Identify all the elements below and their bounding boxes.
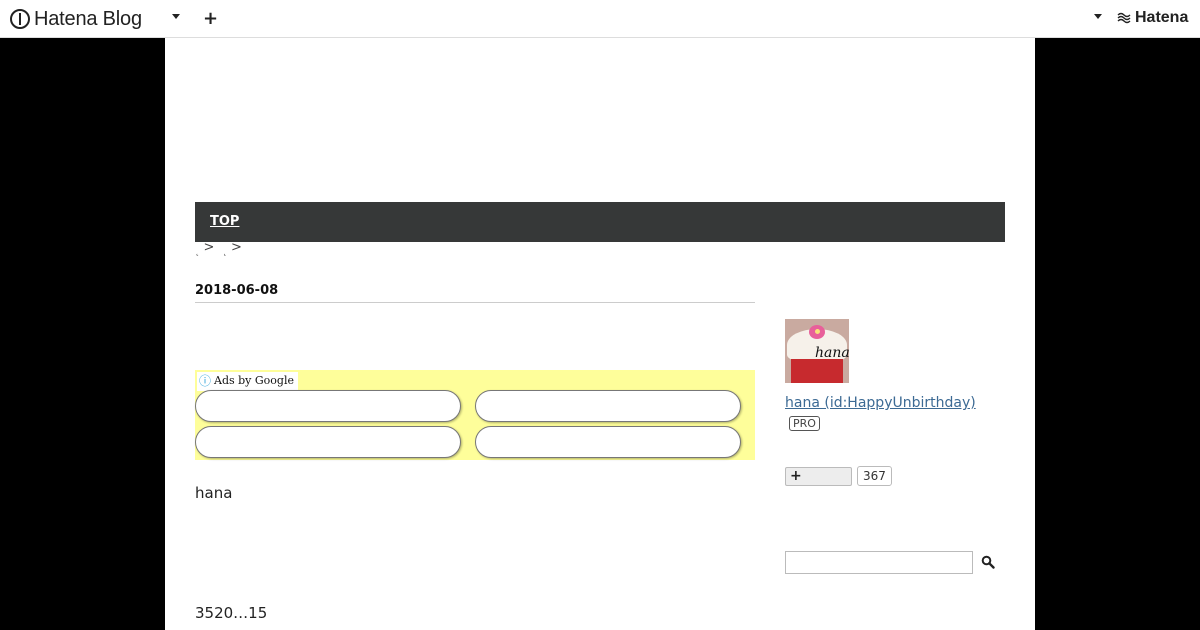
search-icon[interactable] <box>981 555 995 569</box>
ads-block: ⓘ Ads by Google <box>195 370 755 460</box>
follow-button[interactable]: + <box>785 467 852 486</box>
search-input[interactable] <box>785 551 973 574</box>
blog-container: TOP ˛ > ˛ > 2018-06-08 ⓘ Ads by Google han… <box>165 38 1035 630</box>
avatar-text: hana <box>815 345 849 361</box>
breadcrumb-separator: > <box>203 240 215 255</box>
avatar[interactable]: hana <box>785 319 849 383</box>
nav-top-link[interactable]: TOP <box>210 214 239 229</box>
blog-nav-bar: TOP <box>195 202 1005 242</box>
hatena-logo-icon <box>1117 12 1131 24</box>
breadcrumb: ˛ > ˛ > <box>195 240 246 257</box>
pro-badge: PRO <box>789 416 820 431</box>
ad-link-button[interactable] <box>475 426 741 458</box>
breadcrumb-item[interactable]: ˛ <box>195 247 200 257</box>
brand-text: Hatena <box>1135 9 1189 26</box>
global-header: Hatena Blog + Hatena <box>0 0 1200 38</box>
hatena-blog-logo[interactable]: Hatena Blog <box>10 7 142 31</box>
ad-link-button[interactable] <box>475 390 741 422</box>
ad-link-button[interactable] <box>195 426 461 458</box>
breadcrumb-separator: > <box>231 240 242 255</box>
ad-link-button[interactable] <box>195 390 461 422</box>
hatena-blog-logo-icon <box>10 9 30 29</box>
ads-label[interactable]: ⓘ Ads by Google <box>197 372 298 391</box>
chevron-down-icon[interactable] <box>1094 14 1102 19</box>
ads-label-text: Ads by Google <box>214 374 294 387</box>
hatena-logo[interactable]: Hatena <box>1117 9 1188 27</box>
entry-author-text: hana <box>195 484 233 502</box>
breadcrumb-item[interactable]: ˛ <box>223 247 228 257</box>
add-entry-button[interactable]: + <box>203 8 218 29</box>
info-icon: ⓘ <box>199 374 212 388</box>
profile-link[interactable]: hana (id:HappyUnbirthday) <box>785 395 976 411</box>
entry-date[interactable]: 2018-06-08 <box>195 283 755 303</box>
logo-text: Hatena Blog <box>34 7 142 30</box>
entry-count-text: 3520…15 <box>195 604 268 622</box>
follower-count: 367 <box>857 466 892 486</box>
chevron-down-icon[interactable] <box>172 14 180 19</box>
